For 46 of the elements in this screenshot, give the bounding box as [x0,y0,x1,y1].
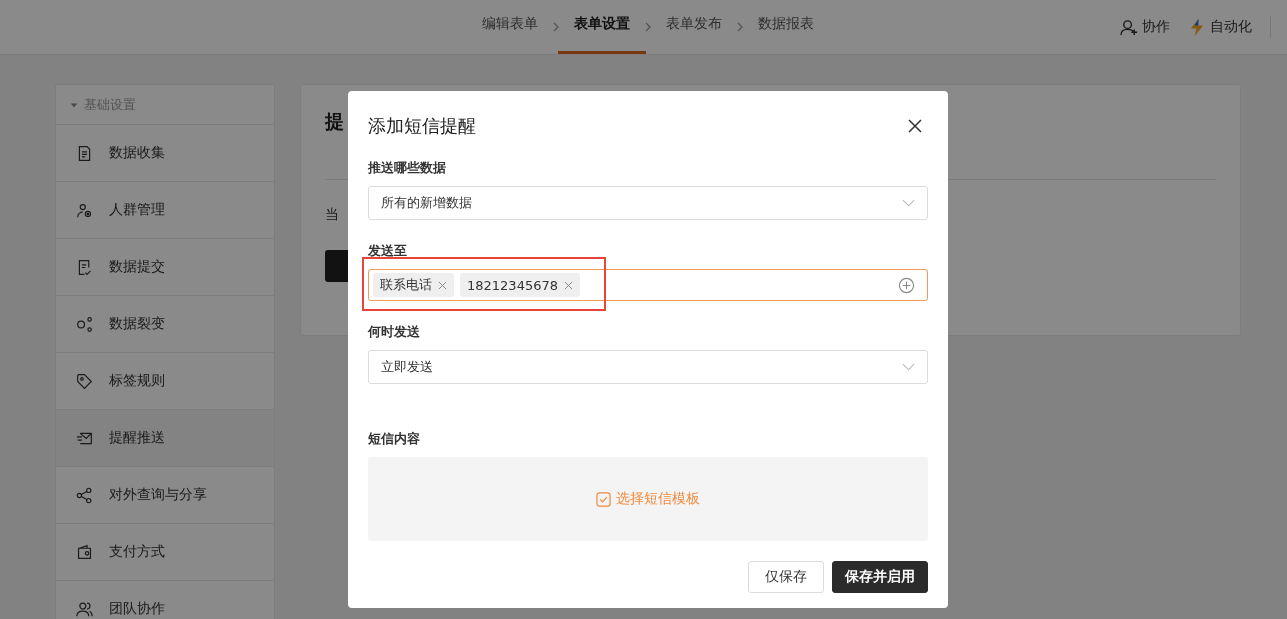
sidebar-item[interactable]: 团队协作 [56,581,274,619]
chevron-down-icon [902,199,915,207]
header-action-button[interactable]: 协作 [1120,17,1170,37]
nodes-icon [76,315,93,333]
field-label: 短信内容 [368,430,420,448]
save-enable-button[interactable]: 保存并启用 [832,561,928,593]
recipient-field[interactable]: 联系电话 18212345678 [368,269,928,301]
wallet-icon [76,543,93,561]
user-gear-icon [76,201,93,219]
checkbox-icon [596,491,611,507]
panel-title: 提 [325,109,344,134]
select-field[interactable]: 立即发送 [368,350,928,384]
sidebar-item[interactable]: 人群管理 [56,182,274,239]
step-tab[interactable]: 表单发布 [666,0,722,54]
sidebar-item[interactable]: 数据收集 [56,125,274,182]
sidebar-item[interactable]: 对外查询与分享 [56,467,274,524]
caret-icon [70,100,78,109]
close-icon[interactable] [908,119,922,133]
field-label: 推送哪些数据 [368,159,446,177]
chevron-right-icon [644,21,652,33]
add-circle-icon[interactable] [898,276,915,294]
sidebar-item[interactable]: 数据提交 [56,239,274,296]
chevron-right-icon [552,21,560,33]
recipient-tag: 联系电话 [373,273,454,297]
doc-icon [76,144,93,162]
people-icon [76,600,93,618]
save-button[interactable]: 仅保存 [748,561,824,593]
tag-icon [76,372,93,390]
chevron-right-icon [736,21,744,33]
user-add-icon [1120,17,1139,37]
doc-check-icon [76,258,93,276]
sidebar-item[interactable]: 支付方式 [56,524,274,581]
field-label: 何时发送 [368,323,420,341]
step-tab[interactable]: 编辑表单 [482,0,538,54]
step-tab[interactable]: 数据报表 [758,0,814,54]
dialog-title: 添加短信提醒 [368,114,476,138]
step-tab[interactable]: 表单设置 [558,0,646,54]
sidebar-item[interactable]: 提醒推送 [56,410,274,467]
select-field[interactable]: 所有的新增数据 [368,186,928,220]
recipient-tag: 18212345678 [460,273,580,297]
header-action-button[interactable]: 自动化 [1188,17,1252,37]
sidebar-item[interactable]: 数据裂变 [56,296,274,353]
chevron-down-icon [902,363,915,371]
panel-text: 当 [325,206,339,224]
share-icon [76,486,93,504]
field-label: 发送至 [368,242,407,260]
